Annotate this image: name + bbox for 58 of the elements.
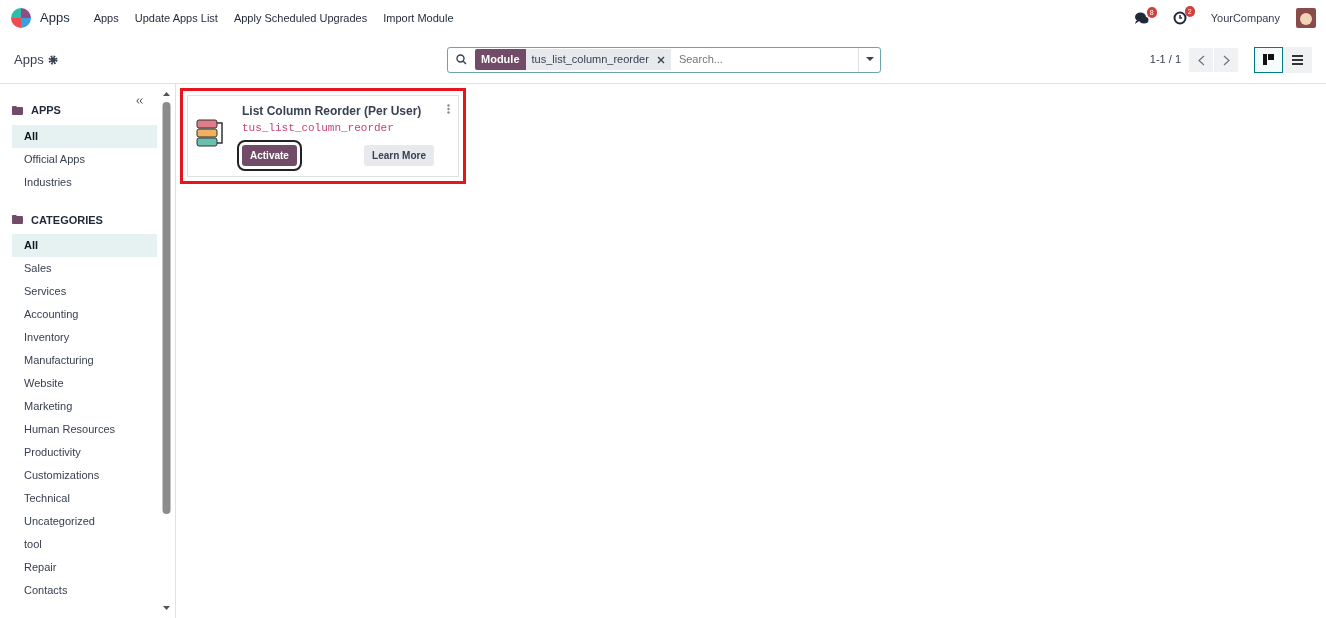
facet-label: Module: [475, 49, 526, 70]
settings-icon[interactable]: [47, 54, 58, 65]
chevron-left-icon: [1197, 54, 1205, 66]
company-name[interactable]: YourCompany: [1210, 9, 1280, 27]
learn-more-button[interactable]: Learn More: [364, 144, 434, 166]
app-logo-icon: [10, 7, 32, 29]
kanban-icon: [1263, 54, 1274, 65]
sidebar-item[interactable]: Services: [12, 280, 157, 303]
breadcrumb-title: Apps: [14, 50, 44, 69]
sidebar-item[interactable]: Inventory: [12, 326, 157, 349]
sidebar-item[interactable]: Official Apps: [12, 147, 157, 171]
folder-icon: [12, 105, 23, 115]
collapse-icon[interactable]: [136, 98, 143, 104]
sidebar-item[interactable]: All: [12, 124, 157, 148]
app-name-link[interactable]: Apps: [40, 8, 70, 28]
search-icon: [456, 54, 467, 65]
sidebar-item[interactable]: Customizations: [12, 464, 157, 487]
kebab-menu-icon[interactable]: [447, 104, 450, 114]
facet-value: tus_list_column_reorder: [531, 52, 649, 68]
sidebar-item[interactable]: Manufacturing: [12, 349, 157, 372]
sidebar-item[interactable]: Technical: [12, 487, 157, 510]
module-name: List Column Reorder (Per User): [242, 103, 423, 120]
scrollbar-thumb[interactable]: [162, 102, 171, 514]
sidebar-item[interactable]: Repair: [12, 556, 157, 579]
scrollbar-down-icon[interactable]: [163, 606, 170, 610]
menu-link[interactable]: Import Module: [383, 9, 454, 27]
sidebar-item[interactable]: Uncategorized: [12, 510, 157, 533]
section-title: CATEGORIES: [31, 212, 103, 228]
stacked-list-icon: [196, 118, 226, 148]
sidebar-item[interactable]: All: [12, 234, 157, 257]
kanban-view-button[interactable]: [1254, 46, 1283, 73]
previous-button[interactable]: [1189, 47, 1213, 72]
folder-icon: [12, 215, 23, 225]
chat-icon[interactable]: [1134, 11, 1149, 25]
chevron-right-icon: [1222, 54, 1230, 66]
search-bar[interactable]: Module tus_list_column_reorder Search...: [447, 46, 881, 73]
next-button[interactable]: [1214, 47, 1238, 72]
sidebar-item[interactable]: Industries: [12, 170, 157, 194]
close-icon[interactable]: [656, 55, 665, 64]
sidebar-item[interactable]: Contacts: [12, 579, 157, 602]
avatar-icon[interactable]: [1296, 8, 1316, 28]
section-title: APPS: [31, 103, 61, 118]
list-icon: [1292, 54, 1303, 65]
module-technical-name: tus_list_column_reorder: [242, 121, 395, 136]
sidebar-item[interactable]: tool: [12, 533, 157, 556]
sidebar-item[interactable]: Accounting: [12, 303, 157, 326]
sidebar-item[interactable]: Sales: [12, 257, 157, 280]
list-view-button[interactable]: [1283, 46, 1312, 73]
sidebar-item[interactable]: Productivity: [12, 441, 157, 464]
scrollbar-up-icon[interactable]: [163, 92, 170, 96]
sidebar-item[interactable]: Human Resources: [12, 418, 157, 441]
menu-link[interactable]: Apps: [93, 9, 119, 27]
menu-link[interactable]: Apply Scheduled Upgrades: [233, 9, 368, 27]
sidebar-item[interactable]: Marketing: [12, 395, 157, 418]
sidebar-item[interactable]: Website: [12, 372, 157, 395]
pager-value: 1-1 / 1: [1149, 52, 1181, 68]
clock-icon[interactable]: [1172, 11, 1187, 25]
menu-link[interactable]: Update Apps List: [134, 9, 218, 27]
